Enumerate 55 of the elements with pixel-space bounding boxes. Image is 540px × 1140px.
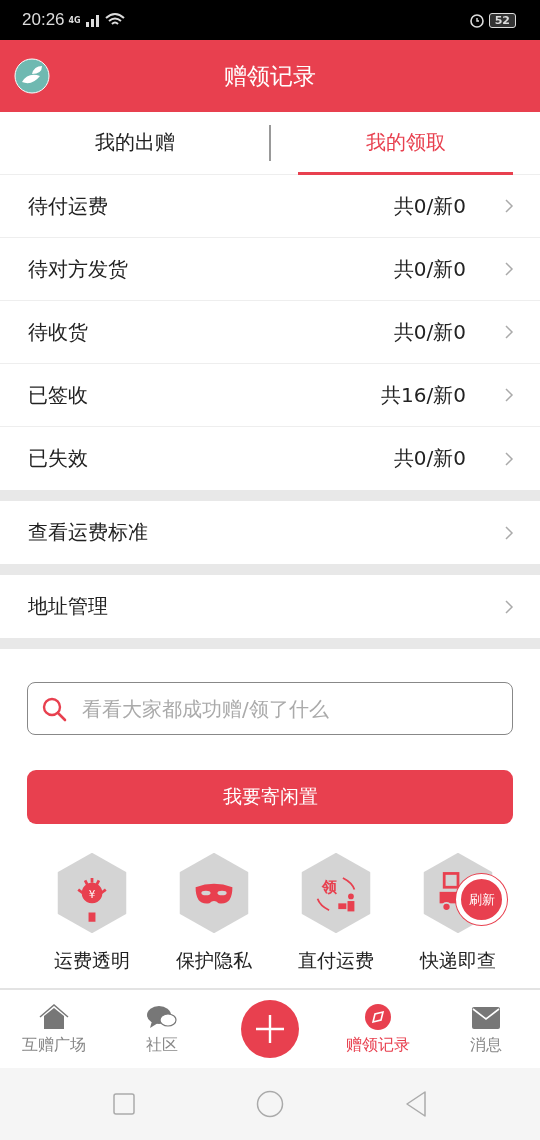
nav-tab[interactable]: 消息 <box>470 1034 502 1056</box>
row-label: 待付运费 <box>28 192 109 220</box>
nav-tab[interactable]: 赠领记录 <box>346 1034 410 1056</box>
chevron-right-icon <box>504 450 514 467</box>
recents-icon <box>112 1092 136 1116</box>
compass-icon <box>362 1002 394 1031</box>
network-label: 4G <box>68 15 81 25</box>
row-label: 查看运费标准 <box>28 519 149 546</box>
row-count: 共0/新0 <box>393 318 466 346</box>
nav-tab[interactable]: 社区 <box>146 1034 178 1056</box>
chevron-right-icon <box>504 198 514 214</box>
search-icon <box>41 696 67 722</box>
list-row[interactable]: 已签收 共16/新0 <box>0 364 540 427</box>
row-label: 地址管理 <box>28 593 109 620</box>
page-title: 赠领记录 <box>224 61 316 91</box>
chevron-right-icon <box>504 387 514 403</box>
feature-label: 直付运费 <box>298 948 374 973</box>
row-label: 待收货 <box>28 318 89 346</box>
feature-label: 保护隐私 <box>176 948 252 973</box>
chevron-right-icon <box>504 261 514 277</box>
list-row[interactable]: 待付运费 共0/新0 <box>0 175 540 238</box>
feature-label: 运费透明 <box>54 948 130 973</box>
row-count: 共0/新0 <box>393 192 466 220</box>
refresh-button[interactable]: 刷新 <box>456 874 507 925</box>
list-row[interactable]: 已失效 共0/新0 <box>0 427 540 490</box>
status-time: 20:26 <box>22 10 65 30</box>
exchange-icon: 领 <box>301 852 371 934</box>
row-count: 共0/新0 <box>393 445 466 472</box>
leaf-logo-icon <box>14 58 50 94</box>
row-label: 已签收 <box>28 381 89 409</box>
home-icon <box>38 1002 70 1031</box>
alarm-icon <box>468 12 485 28</box>
home-circle-icon <box>256 1090 284 1118</box>
mask-icon <box>179 852 249 934</box>
list-row[interactable]: 待对方发货 共0/新0 <box>0 238 540 301</box>
row-count: 共16/新0 <box>381 381 466 409</box>
back-icon <box>404 1090 428 1118</box>
signal-icon <box>84 13 101 27</box>
tab[interactable]: 我的领取 <box>298 111 513 175</box>
lightbulb-icon: ¥ <box>57 852 127 934</box>
tab[interactable]: 我的出赠 <box>27 111 242 175</box>
row-count: 共0/新0 <box>393 255 466 283</box>
chevron-right-icon <box>504 524 514 541</box>
row-label: 待对方发货 <box>28 255 129 283</box>
post-item-button[interactable]: 我要寄闲置 <box>27 770 513 824</box>
battery-indicator: 52 <box>488 12 516 28</box>
chevron-right-icon <box>504 598 514 615</box>
search-field[interactable]: 看看大家都成功赠/领了什么 <box>27 682 513 735</box>
feature-label: 快递即查 <box>420 948 496 973</box>
list-row[interactable]: 地址管理 <box>0 575 540 638</box>
chevron-right-icon <box>504 324 514 340</box>
list-row[interactable]: 待收货 共0/新0 <box>0 301 540 364</box>
row-label: 已失效 <box>28 445 89 472</box>
nav-tab[interactable]: 互赠广场 <box>22 1034 86 1056</box>
list-row[interactable]: 查看运费标准 <box>0 501 540 564</box>
